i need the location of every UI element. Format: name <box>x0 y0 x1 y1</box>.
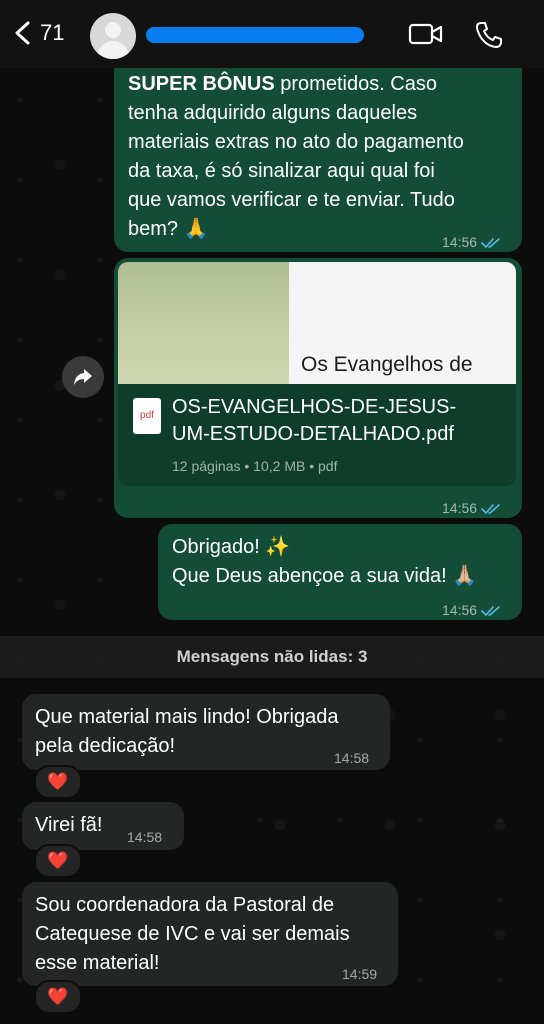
reaction-badge[interactable]: ❤️ <box>34 844 82 878</box>
document-message-bubble[interactable]: Os Evangelhos de pdf OS-EVANGELHOS-DE-JE… <box>114 258 522 518</box>
message-time: 14:56 <box>442 596 501 625</box>
forward-button[interactable] <box>62 356 104 398</box>
voice-call-button[interactable] <box>474 20 504 55</box>
message-text: Obrigado! ✨ Que Deus abençoe a sua vida!… <box>172 536 478 587</box>
pdf-file-icon: pdf <box>133 398 161 434</box>
message-time: 14:58 <box>334 750 370 766</box>
heart-icon: ❤️ <box>47 772 69 791</box>
forward-arrow-icon <box>74 369 92 385</box>
chevron-left-icon <box>15 21 30 45</box>
message-bubble-incoming[interactable]: Virei fã! 14:58 <box>22 802 184 850</box>
video-call-button[interactable] <box>408 20 444 53</box>
message-time: 14:56 <box>442 494 501 523</box>
chat-header: 71 <box>0 0 544 68</box>
preview-title: Os Evangelhos de <box>301 353 473 376</box>
document-preview[interactable]: Os Evangelhos de <box>118 262 516 384</box>
document-info[interactable]: pdf OS-EVANGELHOS-DE-JESUS- UM-ESTUDO-DE… <box>118 384 516 486</box>
back-button[interactable]: 71 <box>12 20 64 46</box>
unread-messages-divider: Mensagens não lidas: 3 <box>0 636 544 678</box>
message-text: Virei fã! <box>35 814 103 836</box>
message-bubble-outgoing[interactable]: SUPER BÔNUS prometidos. Caso tenha adqui… <box>114 40 522 252</box>
reaction-badge[interactable]: ❤️ <box>34 765 82 799</box>
avatar[interactable] <box>90 13 136 59</box>
message-text: Sou coordenadora da Pastoral de Cateques… <box>35 894 350 974</box>
message-time: 14:59 <box>342 966 378 982</box>
video-camera-icon <box>408 23 443 45</box>
heart-icon: ❤️ <box>47 851 69 870</box>
double-check-icon <box>481 237 501 249</box>
document-meta: 12 páginas • 10,2 MB • pdf <box>172 458 338 474</box>
person-icon <box>105 22 121 38</box>
heart-icon: ❤️ <box>47 987 69 1006</box>
message-text: SUPER BÔNUS prometidos. Caso tenha adqui… <box>128 73 464 240</box>
message-bubble-incoming[interactable]: Sou coordenadora da Pastoral de Cateques… <box>22 882 398 986</box>
document-file-name: OS-EVANGELHOS-DE-JESUS- UM-ESTUDO-DETALH… <box>172 396 457 445</box>
double-check-icon <box>481 503 501 515</box>
double-check-icon <box>481 605 501 617</box>
reaction-badge[interactable]: ❤️ <box>34 980 82 1014</box>
message-text: Que material mais lindo! Obrigada pela d… <box>35 706 339 757</box>
message-time: 14:56 <box>442 228 501 257</box>
message-bubble-outgoing[interactable]: Obrigado! ✨ Que Deus abençoe a sua vida!… <box>158 524 522 620</box>
phone-icon <box>476 22 502 48</box>
unread-count: 71 <box>40 20 65 45</box>
contact-name-redacted[interactable] <box>146 27 364 43</box>
message-time: 14:58 <box>127 829 163 845</box>
message-bubble-incoming[interactable]: Que material mais lindo! Obrigada pela d… <box>22 694 390 770</box>
